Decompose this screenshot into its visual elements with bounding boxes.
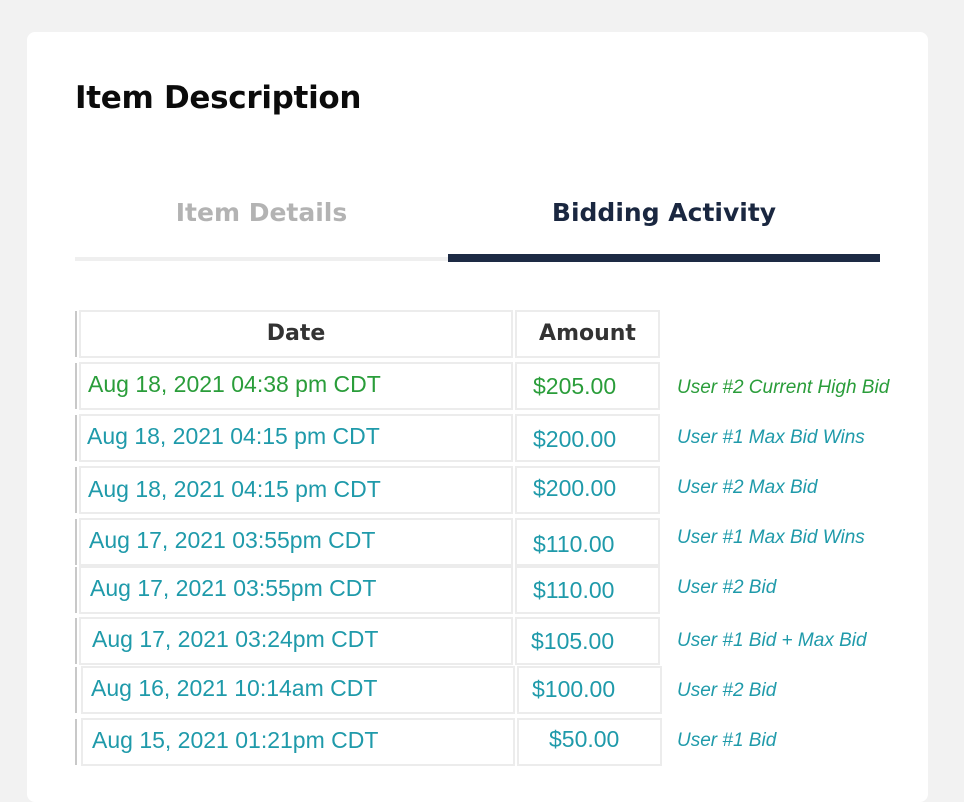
bid-amount: $200.00 [533,475,617,501]
table-row-left-edge [75,363,77,409]
bid-amount: $205.00 [533,373,617,399]
bid-note: User #1 Bid + Max Bid [677,630,867,651]
table-row-left-edge [75,415,77,461]
bid-amount: $50.00 [549,726,620,752]
bid-note: User #2 Bid [677,577,777,598]
bid-date: Aug 17, 2021 03:55pm CDT [89,527,376,553]
table-row-left-edge [75,567,77,613]
bid-date: Aug 18, 2021 04:15 pm CDT [87,423,380,449]
bid-amount: $110.00 [533,531,615,557]
bid-date: Aug 15, 2021 01:21pm CDT [92,727,379,753]
bid-date: Aug 17, 2021 03:55pm CDT [90,575,377,601]
bid-note: User #2 Bid [677,680,777,701]
bid-note: User #2 Max Bid [677,477,818,498]
bid-date: Aug 18, 2021 04:38 pm CDT [88,371,381,397]
table-row-left-edge [75,667,77,713]
bid-date: Aug 18, 2021 04:15 pm CDT [88,476,381,502]
page-title: Item Description [75,80,362,116]
active-tab-indicator [448,254,880,262]
tab-bidding-activity-label: Bidding Activity [551,198,777,227]
bid-date: Aug 16, 2021 10:14am CDT [91,675,378,701]
table-row-left-edge [75,519,77,565]
table-row-left-edge [75,467,77,513]
tab-bar: Item Details Bidding Activity [75,185,880,262]
date-column-header: Date [79,310,513,358]
table-row-left-edge [75,719,77,765]
bid-note: User #1 Max Bid Wins [677,427,865,448]
bid-amount: $105.00 [531,628,615,654]
table-row-left-edge [75,618,77,664]
amount-column-header: Amount [515,310,660,358]
tab-item-details[interactable]: Item Details [75,185,448,262]
bid-note: User #1 Max Bid Wins [677,527,865,548]
bid-date: Aug 17, 2021 03:24pm CDT [92,626,379,652]
bid-note: User #1 Bid [677,730,777,751]
bid-amount: $100.00 [532,676,616,702]
bid-note: User #2 Current High Bid [677,377,890,398]
tab-bidding-activity[interactable]: Bidding Activity [448,185,880,262]
bid-amount: $200.00 [533,426,617,452]
bid-amount: $110.00 [533,577,615,603]
table-left-edge [75,311,77,357]
